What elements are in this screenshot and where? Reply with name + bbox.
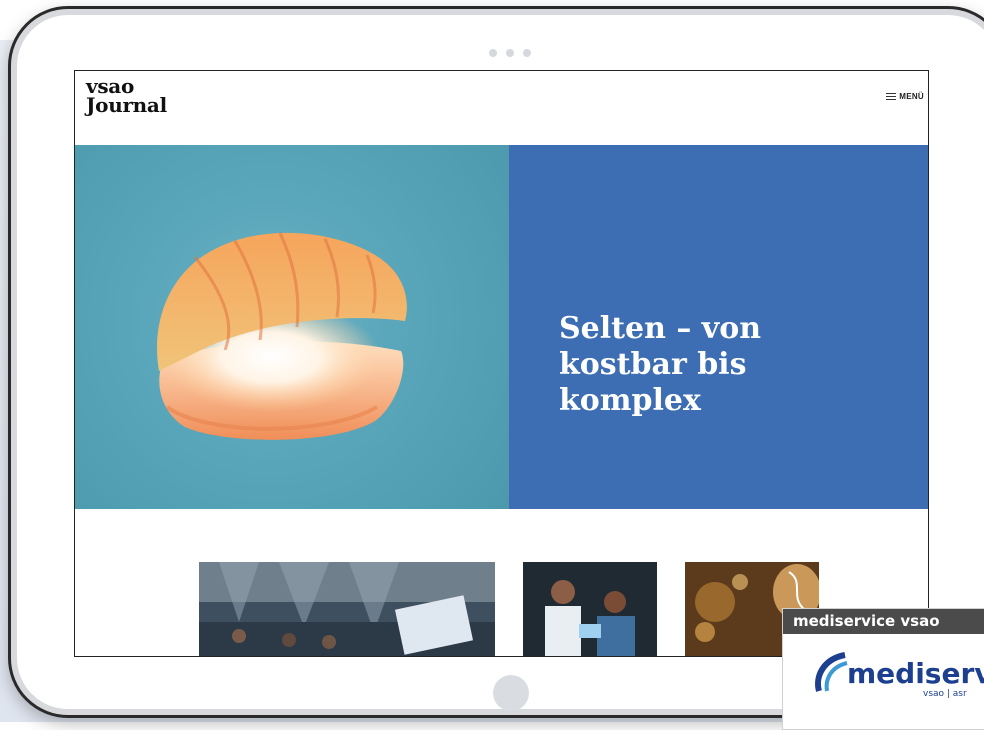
- menu-button[interactable]: MENÜ: [886, 92, 924, 101]
- hero-text-panel: Selten – von kostbar bis komplex: [509, 145, 928, 509]
- ad-logo-text: mediservic: [847, 657, 984, 690]
- hero-title[interactable]: Selten – von kostbar bis komplex: [559, 311, 819, 419]
- article-thumb-2[interactable]: [523, 562, 657, 656]
- ad-label: mediservice vsao: [783, 609, 984, 634]
- mediservice-logo-arc-icon: [815, 652, 848, 692]
- article-thumb-1[interactable]: [199, 562, 495, 656]
- hero-banner[interactable]: Selten – von kostbar bis komplex: [75, 145, 928, 509]
- menu-label: MENÜ: [899, 92, 924, 101]
- hero-image: [75, 145, 509, 509]
- site-logo[interactable]: vsao Journal: [86, 76, 167, 117]
- hamburger-icon: [886, 93, 897, 100]
- mediservice-ad[interactable]: mediservice vsao mediservic vsao | asr: [782, 608, 984, 730]
- site-header: vsao Journal MENÜ: [75, 71, 928, 145]
- home-button[interactable]: [493, 675, 529, 711]
- lecture-hall-photo: [199, 562, 495, 656]
- ad-tagline: vsao | asr: [923, 689, 967, 699]
- doctors-tablet-photo: [523, 562, 657, 656]
- logo-line-2: Journal: [86, 93, 167, 117]
- camera-dots: [489, 49, 531, 57]
- oyster-shell-illustration: [157, 232, 407, 440]
- website-screen: vsao Journal MENÜ Selten – von kostbar b…: [74, 70, 929, 657]
